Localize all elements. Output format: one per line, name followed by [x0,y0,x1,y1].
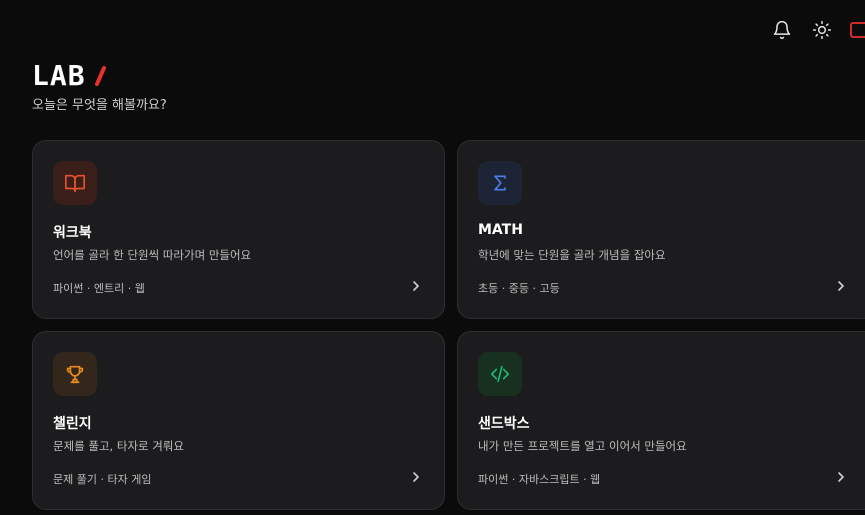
card-icon-container [53,352,97,396]
card-workbook[interactable]: 워크북 언어를 골라 한 단원씩 따라가며 만들어요 파이썬 · 엔트리 · 웹 [32,140,445,319]
card-tags: 초등 · 중등 · 고등 [478,282,560,295]
card-icon-container [53,161,97,205]
chevron-right-icon [413,281,419,291]
logo-text: LAB [32,59,86,92]
card-title: 샌드박스 [478,416,530,432]
card-title: 워크북 [53,225,92,241]
topbar [755,16,865,44]
card-tags: 파이썬 · 자바스크립트 · 웹 [478,473,601,486]
card-description: 언어를 골라 한 단원씩 따라가며 만들어요 [53,248,252,262]
card-challenge[interactable]: 챌린지 문제를 풀고, 타자로 겨뤄요 문제 풀기 · 타자 게임 [32,331,445,510]
code-icon [490,365,510,383]
card-description: 학년에 맞는 단원을 골라 개념을 잡아요 [478,248,666,262]
page-header: LAB 오늘은 무엇을 해볼까요? [32,60,167,114]
book-icon [65,174,85,193]
logo-slash-icon [92,65,110,87]
card-title: MATH [478,222,523,238]
partial-icon[interactable] [849,16,865,44]
card-tags: 파이썬 · 엔트리 · 웹 [53,282,145,295]
card-description: 문제를 풀고, 타자로 겨뤄요 [53,439,185,453]
bell-icon[interactable] [768,16,796,44]
chevron-right-icon [413,472,419,482]
sigma-icon [494,175,506,191]
chevron-right-icon [838,472,844,482]
card-icon-container [478,161,522,205]
logo: LAB [32,60,167,92]
page-subtitle: 오늘은 무엇을 해볼까요? [32,98,167,113]
card-tags: 문제 풀기 · 타자 게임 [53,473,152,486]
card-icon-container [478,352,522,396]
card-sandbox[interactable]: 샌드박스 내가 만든 프로젝트를 열고 이어서 만들어요 파이썬 · 자바스크립… [457,331,865,510]
chevron-right-icon [838,281,844,291]
card-title: 챌린지 [53,416,92,432]
trophy-icon [66,365,84,384]
card-math[interactable]: MATH 학년에 맞는 단원을 골라 개념을 잡아요 초등 · 중등 · 고등 [457,140,865,319]
card-description: 내가 만든 프로젝트를 열고 이어서 만들어요 [478,439,687,453]
sun-icon[interactable] [808,16,836,44]
